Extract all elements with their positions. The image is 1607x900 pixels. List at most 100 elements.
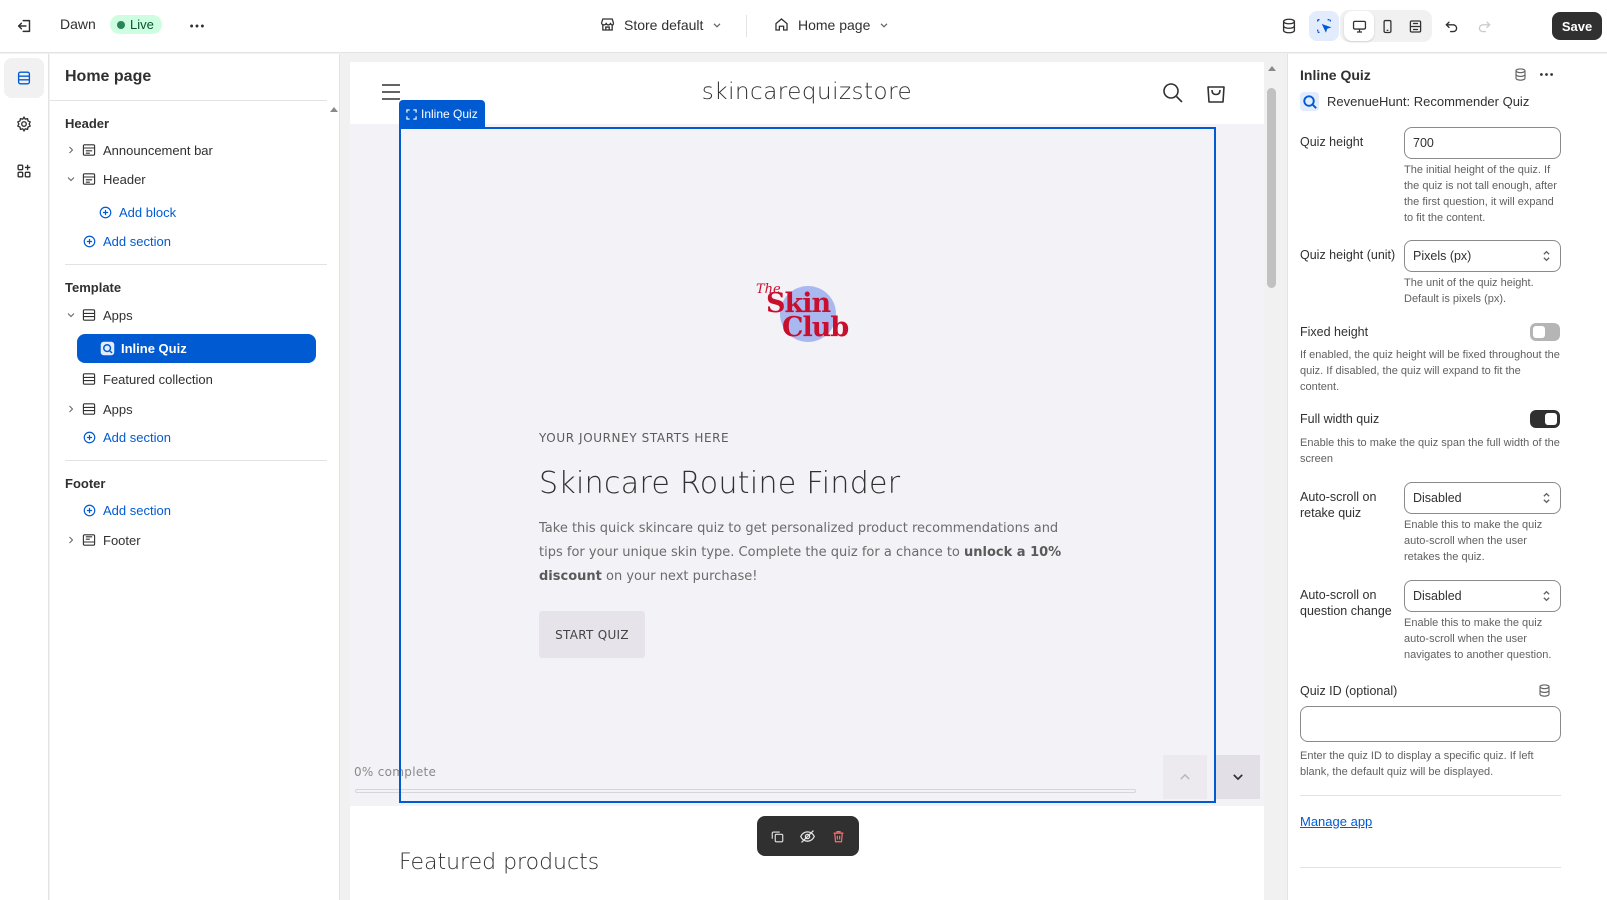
autoscroll-question-label: Auto-scroll on question change bbox=[1300, 588, 1392, 618]
quiz-id-label: Quiz ID (optional) bbox=[1300, 684, 1398, 698]
section-label: Header bbox=[103, 171, 146, 187]
autoscroll-question-value: Disabled bbox=[1413, 589, 1462, 603]
settings-more-icon[interactable] bbox=[1538, 66, 1555, 83]
apps-rail-button[interactable] bbox=[4, 151, 44, 191]
chevron-down-icon[interactable] bbox=[65, 174, 77, 184]
inspector-select-icon[interactable] bbox=[1309, 11, 1339, 41]
selected-block-outline bbox=[399, 127, 1216, 803]
autoscroll-retake-select[interactable]: Disabled bbox=[1404, 482, 1561, 514]
delete-icon[interactable] bbox=[831, 829, 846, 844]
panel-title: Home page bbox=[65, 68, 152, 85]
more-options-icon[interactable] bbox=[182, 11, 212, 41]
section-header[interactable]: Header bbox=[65, 165, 327, 193]
block-outline-icon bbox=[406, 108, 417, 120]
section-icon bbox=[81, 171, 97, 187]
exit-icon[interactable] bbox=[10, 11, 40, 41]
quiz-height-help: The initial height of the quiz. If the q… bbox=[1404, 164, 1557, 224]
chevron-down-icon[interactable] bbox=[65, 310, 77, 320]
manage-app-link[interactable]: Manage app bbox=[1300, 814, 1372, 829]
section-label: Featured collection bbox=[103, 371, 213, 387]
section-apps[interactable]: Apps bbox=[65, 301, 327, 329]
section-label: Footer bbox=[103, 532, 141, 548]
sections-scrollbar[interactable] bbox=[328, 100, 340, 900]
quiz-height-value: 700 bbox=[1413, 136, 1434, 150]
full-width-toggle[interactable] bbox=[1530, 410, 1560, 428]
add-block-label: Add block bbox=[119, 205, 177, 220]
group-divider bbox=[65, 264, 327, 265]
featured-products-heading: Featured products bbox=[399, 850, 600, 875]
selected-block-tag[interactable]: Inline Quiz bbox=[399, 100, 485, 128]
chevron-right-icon[interactable] bbox=[65, 535, 77, 545]
quiz-app-icon bbox=[99, 341, 115, 356]
section-label: Apps bbox=[103, 307, 133, 323]
settings-panel: Inline Quiz RevenueHunt: Recommender Qui… bbox=[1287, 54, 1607, 900]
settings-divider bbox=[1300, 867, 1561, 868]
quiz-height-input[interactable]: 700 bbox=[1404, 127, 1561, 159]
section-apps-2[interactable]: Apps bbox=[65, 395, 327, 423]
fixed-height-label: Fixed height bbox=[1300, 325, 1369, 339]
section-footer[interactable]: Footer bbox=[65, 526, 327, 554]
section-icon bbox=[81, 142, 97, 158]
add-section-template-button[interactable]: Add section bbox=[82, 430, 171, 445]
quiz-id-dynamic-source-icon[interactable] bbox=[1537, 683, 1552, 698]
selected-block-tag-label: Inline Quiz bbox=[421, 107, 478, 121]
quiz-height-label: Quiz height bbox=[1300, 135, 1364, 149]
page-selector[interactable]: Home page bbox=[773, 16, 890, 33]
page-selector-label: Home page bbox=[798, 16, 871, 33]
add-block-button[interactable]: Add block bbox=[98, 205, 176, 220]
add-section-footer-button[interactable]: Add section bbox=[82, 503, 171, 518]
sections-rail-button[interactable] bbox=[4, 58, 44, 98]
full-width-help: Enable this to make the quiz span the fu… bbox=[1300, 437, 1560, 465]
autoscroll-retake-help: Enable this to make the quiz auto-scroll… bbox=[1404, 519, 1543, 563]
chevron-down-icon bbox=[713, 22, 721, 28]
save-button[interactable]: Save bbox=[1552, 12, 1602, 40]
store-selector[interactable]: Store default bbox=[599, 16, 723, 33]
quiz-height-unit-label: Quiz height (unit) bbox=[1300, 248, 1396, 262]
chevron-down-icon bbox=[1233, 774, 1243, 781]
preview-scroll-thumb[interactable] bbox=[1267, 88, 1276, 288]
next-question-button[interactable] bbox=[1216, 755, 1260, 799]
quiz-height-unit-select[interactable]: Pixels (px) bbox=[1404, 240, 1561, 272]
section-announcement-bar[interactable]: Announcement bar bbox=[65, 136, 327, 164]
section-icon bbox=[81, 532, 97, 548]
select-arrows-icon bbox=[1543, 250, 1550, 262]
block-inline-quiz[interactable]: Inline Quiz bbox=[77, 334, 316, 363]
search-icon[interactable] bbox=[1162, 82, 1184, 104]
revenuehunt-app-icon bbox=[1300, 92, 1319, 111]
duplicate-icon[interactable] bbox=[770, 829, 785, 844]
cart-icon[interactable] bbox=[1205, 81, 1227, 105]
fullscreen-view-icon[interactable] bbox=[1400, 11, 1430, 41]
theme-settings-rail-button[interactable] bbox=[4, 104, 44, 144]
footer-group-title: Footer bbox=[65, 476, 106, 491]
quiz-id-input[interactable] bbox=[1300, 706, 1561, 742]
preview-scrollbar[interactable] bbox=[1265, 62, 1279, 900]
redo-icon[interactable] bbox=[1469, 11, 1499, 41]
desktop-view-icon[interactable] bbox=[1344, 11, 1374, 41]
mobile-view-icon[interactable] bbox=[1372, 11, 1402, 41]
fixed-height-toggle[interactable] bbox=[1530, 323, 1560, 341]
autoscroll-question-select[interactable]: Disabled bbox=[1404, 580, 1561, 612]
panel-divider bbox=[50, 100, 327, 101]
quiz-id-help: Enter the quiz ID to display a specific … bbox=[1300, 750, 1534, 778]
settings-title: Inline Quiz bbox=[1300, 67, 1371, 83]
plus-circle-icon bbox=[83, 504, 96, 517]
app-attribution: RevenueHunt: Recommender Quiz bbox=[1300, 92, 1529, 111]
quiz-height-unit-value: Pixels (px) bbox=[1413, 249, 1472, 263]
top-bar: Dawn Live Store default Home page Save bbox=[0, 0, 1607, 53]
sections-panel: Home page Header Announcement bar Header… bbox=[50, 54, 340, 900]
chevron-right-icon[interactable] bbox=[65, 404, 77, 414]
hide-icon[interactable] bbox=[799, 828, 816, 845]
add-section-header-button[interactable]: Add section bbox=[82, 234, 171, 249]
group-divider bbox=[65, 460, 327, 461]
select-arrows-icon bbox=[1543, 492, 1550, 504]
theme-name: Dawn bbox=[60, 16, 96, 32]
dynamic-source-icon[interactable] bbox=[1513, 67, 1528, 82]
database-icon[interactable] bbox=[1274, 11, 1304, 41]
store-name[interactable]: skincarequizstore bbox=[350, 79, 1264, 105]
home-icon bbox=[775, 18, 788, 31]
section-featured-collection[interactable]: Featured collection bbox=[65, 365, 327, 393]
block-label: Inline Quiz bbox=[121, 341, 187, 356]
settings-divider bbox=[1300, 795, 1561, 796]
chevron-right-icon[interactable] bbox=[65, 145, 77, 155]
undo-icon[interactable] bbox=[1436, 11, 1466, 41]
